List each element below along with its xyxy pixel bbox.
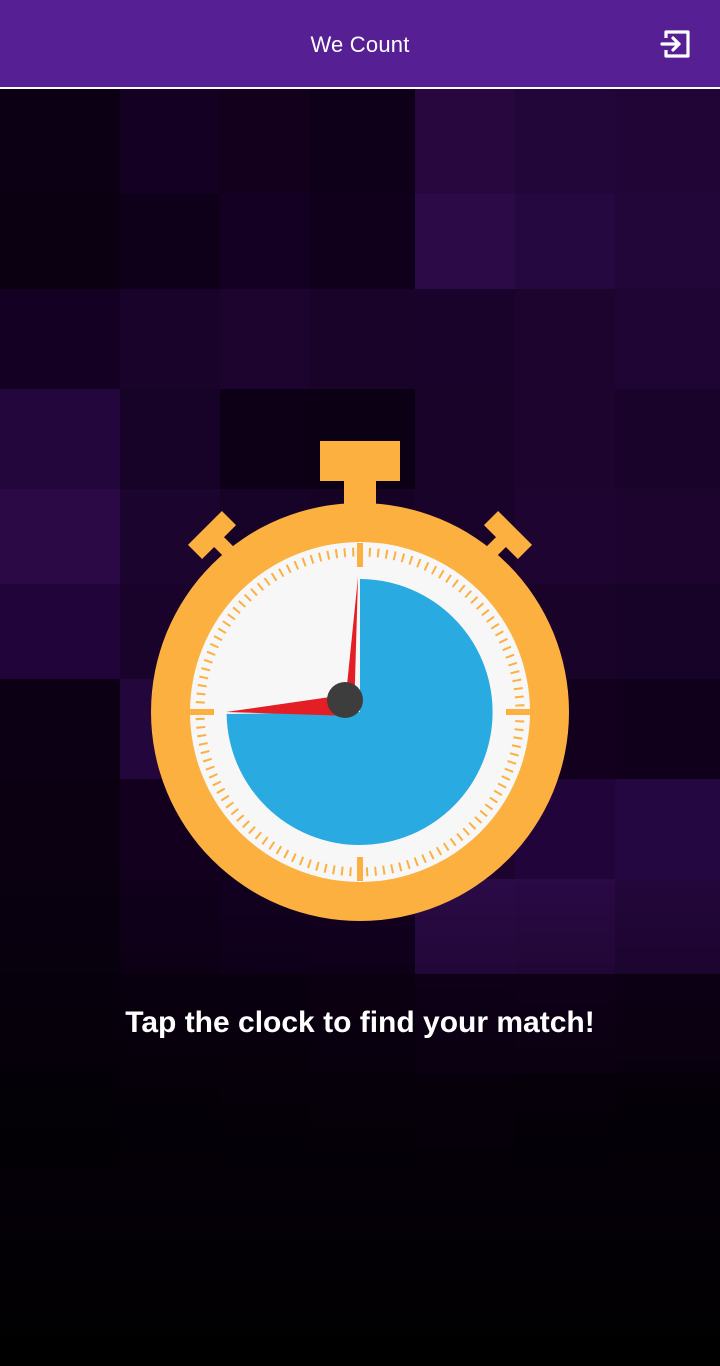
exit-to-app-icon (660, 30, 690, 58)
app-title: We Count (310, 32, 410, 57)
logout-button[interactable] (652, 22, 700, 66)
app-bar: We Count (0, 0, 720, 89)
stopwatch-icon (151, 441, 569, 921)
find-match-prompt: Tap the clock to find your match! (125, 1006, 595, 1039)
stopwatch-button[interactable] (150, 441, 570, 921)
